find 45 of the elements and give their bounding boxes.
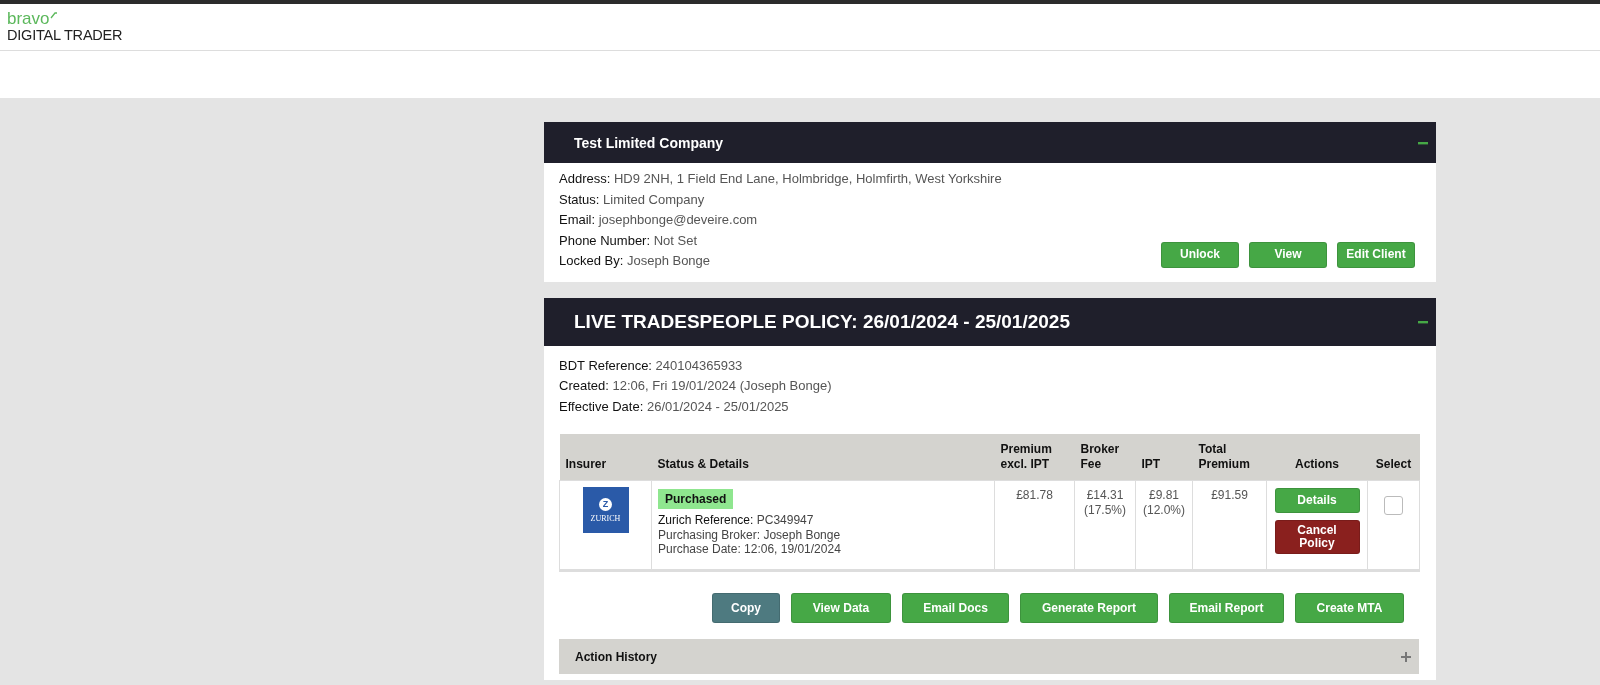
column-header: Status & Details (651, 434, 995, 481)
info-line: Phone Number: Not Set (559, 231, 699, 250)
reference-text: Zurich Reference: PC349947 (658, 513, 815, 528)
info-line: Effective Date: 26/01/2024 - 25/01/2025 (559, 397, 790, 416)
action-button[interactable]: Create MTA (1295, 593, 1404, 623)
expand-icon[interactable] (1401, 651, 1411, 662)
column-header: Broker Fee (1074, 434, 1136, 481)
table-cell-value: £91.59 (1210, 488, 1249, 503)
action-button[interactable]: Generate Report (1020, 593, 1158, 623)
column-header: Actions (1266, 434, 1368, 481)
status-badge: Purchased (658, 489, 734, 509)
purchase-date-text: Purchase Date: 12:06, 19/01/2024 (658, 542, 842, 557)
action-button[interactable]: View (1249, 241, 1327, 268)
info-line: Address: HD9 2NH, 1 Field End Lane, Holmbridge, Holmfirth, West Yorkshire (559, 170, 1002, 188)
column-header: Select (1367, 434, 1420, 481)
table-cell-value: £9.81 (1148, 488, 1180, 503)
panel-title: LIVE TRADESPEOPLE POLICY: 26/01/2024 - 25/01/2025 (574, 310, 1070, 333)
info-line: Status: Limited Company (559, 190, 706, 209)
broker-text: Purchasing Broker: Joseph Bonge (658, 527, 842, 542)
action-history-bar[interactable]: Action History (559, 639, 1419, 674)
details-button[interactable]: Details (1274, 488, 1360, 513)
column-header: Insurer (559, 434, 652, 481)
action-button[interactable]: View Data (791, 593, 891, 623)
column-header: Total Premium (1192, 434, 1267, 481)
info-line: BDT Reference: 240104365933 (559, 356, 744, 375)
action-button[interactable]: Email Report (1169, 593, 1284, 623)
logo: bravo DIGITAL TRADER (7, 11, 123, 43)
panel-title: Test Limited Company (574, 134, 724, 151)
percentage-text: (12.0%) (1142, 503, 1186, 518)
action-button[interactable]: Email Docs (902, 593, 1009, 623)
column-header: Premium excl. IPT (994, 434, 1075, 481)
action-button[interactable]: Unlock (1161, 241, 1239, 268)
info-line: Email: josephbonge@deveire.com (559, 211, 759, 229)
info-line: Locked By: Joseph Bonge (559, 252, 712, 270)
section-title: Action History (575, 649, 657, 664)
column-header: IPT (1135, 434, 1193, 481)
cancel-button[interactable]: Cancel Policy (1274, 520, 1360, 554)
percentage-text: (17.5%) (1083, 503, 1127, 518)
insurer-logo: Z ZURICH (582, 487, 629, 533)
select-checkbox[interactable] (1384, 496, 1403, 515)
info-line: Created: 12:06, Fri 19/01/2024 (Joseph Bonge) (559, 377, 833, 395)
action-button[interactable]: Edit Client (1337, 241, 1415, 268)
table-cell-value: £14.31 (1085, 488, 1125, 503)
table-cell-value: £81.78 (1015, 488, 1054, 503)
action-button[interactable]: Copy (712, 593, 780, 623)
